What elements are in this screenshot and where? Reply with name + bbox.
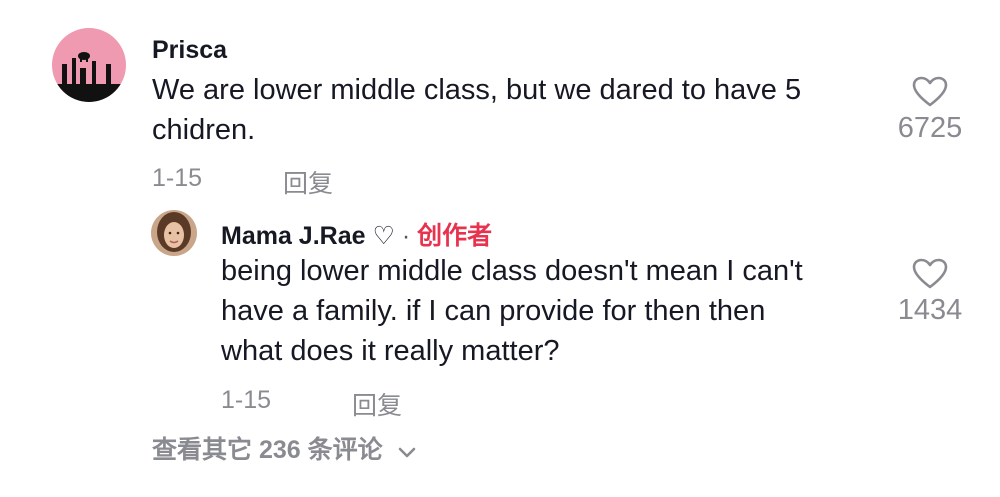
chevron-down-icon	[398, 437, 416, 466]
creator-badge: 创作者	[417, 222, 493, 250]
reply-username[interactable]: Mama J.Rae ♡ · 创作者	[221, 216, 492, 252]
comment-text: We are lower middle class, but we dared …	[152, 70, 872, 150]
heart-icon	[912, 258, 948, 289]
reply-text: being lower middle class doesn't mean I …	[221, 251, 881, 371]
comment-text-line: We are lower middle class, but we dared …	[152, 74, 802, 106]
like-button[interactable]: 1434	[885, 258, 975, 327]
reply-text-line: have a family. if I can provide for then…	[221, 295, 766, 327]
reply-button[interactable]: 回复	[283, 164, 333, 200]
heart-icon	[912, 76, 948, 107]
separator: ·	[401, 222, 411, 250]
reply-text-line: being lower middle class doesn't mean I …	[221, 255, 803, 287]
reply-text-line: what does it really matter?	[221, 335, 560, 367]
reply-username-text: Mama J.Rae	[221, 222, 366, 250]
avatar-image	[52, 28, 126, 102]
reply-button[interactable]: 回复	[352, 386, 402, 422]
avatar[interactable]	[151, 210, 197, 256]
reply-date: 1-15	[221, 386, 272, 414]
view-more-label: 查看其它 236 条评论	[152, 436, 383, 464]
like-button[interactable]: 6725	[885, 76, 975, 145]
like-count: 1434	[897, 294, 963, 326]
comment-text-line: chidren.	[152, 114, 256, 146]
comment-username[interactable]: Prisca	[152, 36, 227, 65]
comment-date: 1-15	[152, 164, 203, 192]
avatar-image	[151, 210, 197, 256]
like-count: 6725	[897, 112, 963, 144]
avatar[interactable]	[52, 28, 126, 102]
view-more-comments[interactable]: 查看其它 236 条评论	[152, 430, 416, 466]
heart-symbol: ♡	[372, 222, 395, 250]
